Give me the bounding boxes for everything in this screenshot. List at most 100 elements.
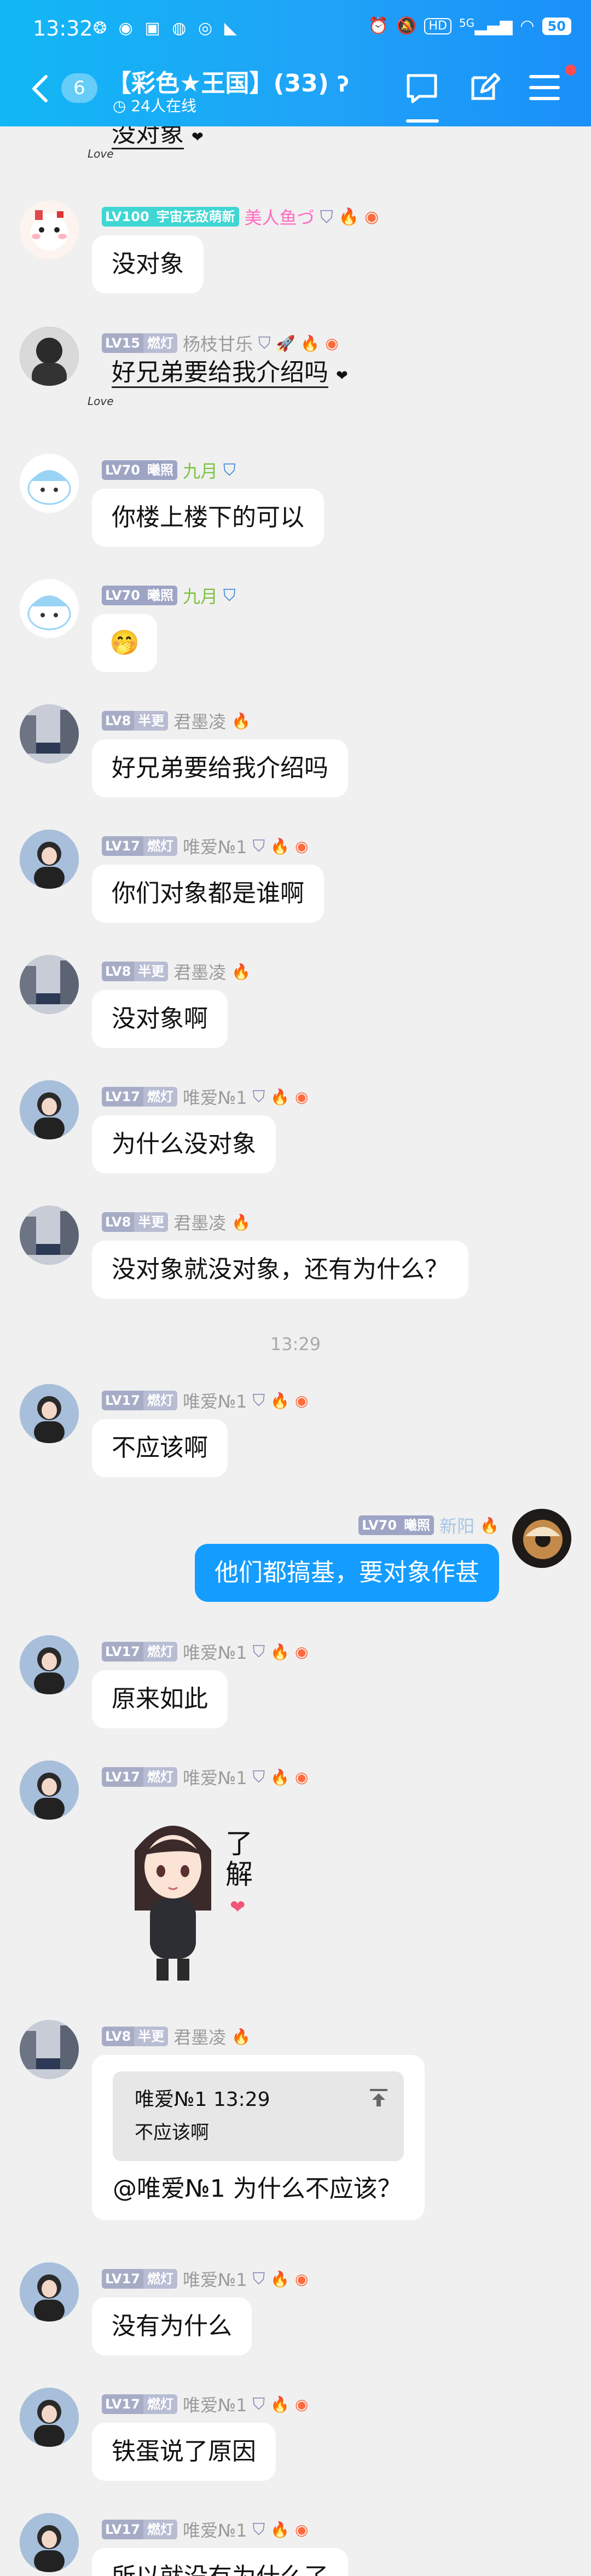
sender-name[interactable]: 唯爱№1 xyxy=(183,833,247,859)
sender-name[interactable]: 唯爱№1 xyxy=(183,2392,247,2417)
sender-name[interactable]: 君墨凌 xyxy=(173,708,226,733)
sender-name[interactable]: 唯爱№1 xyxy=(183,1388,247,1413)
sender-info: LV17 燃灯 唯爱№1 ⛉ 🔥 ◉ xyxy=(102,2517,308,2542)
avatar[interactable] xyxy=(20,454,79,513)
avatar-girl-image xyxy=(20,2262,79,2322)
avatar[interactable] xyxy=(20,2020,79,2079)
message-bubble[interactable]: 铁蛋说了原因 xyxy=(92,2423,276,2481)
message-bubble-self[interactable]: 他们都搞基，要对象作甚 xyxy=(195,1544,499,1602)
avatar-self[interactable] xyxy=(512,1509,571,1568)
message-item: LV17 燃灯 唯爱№1 ⛉ 🔥 ◉ 没有为什么 xyxy=(0,2262,591,2372)
sender-name[interactable]: 君墨凌 xyxy=(173,959,226,984)
shield-badge-icon: ⛉ xyxy=(252,1087,265,1107)
flame-badge-icon: 🔥 xyxy=(231,711,251,730)
avatar[interactable] xyxy=(20,704,79,763)
avatar[interactable] xyxy=(20,1080,79,1139)
unread-count-badge[interactable]: 6 xyxy=(61,73,97,103)
message-item: LV17 燃灯 唯爱№1 ⛉ 🔥 ◉ 铁蛋说了原因 xyxy=(0,2388,591,2497)
avatar[interactable] xyxy=(20,830,79,889)
shield-badge-icon: ⛉ xyxy=(252,2520,265,2539)
sender-name[interactable]: 唯爱№1 xyxy=(183,1084,247,1109)
message-bubble[interactable]: 没对象 xyxy=(92,235,204,293)
shield-badge-icon: ⛉ xyxy=(252,1767,265,1787)
sender-name[interactable]: 唯爱№1 xyxy=(183,1764,247,1790)
active-tab-indicator xyxy=(406,119,439,123)
avatar-cloud-image xyxy=(20,579,79,638)
chat-header: 13:32 ❂ ◉ ▣ ◍ ◎ ◣ ⏰ 🔕 HD 5G▂▄▆ ◠ 50 6 【彩… xyxy=(0,0,591,126)
quoted-message[interactable]: 唯爱№1 13:29 不应该啊 xyxy=(113,2071,404,2161)
sender-name[interactable]: 君墨凌 xyxy=(173,1209,226,1235)
sender-name[interactable]: 唯爱№1 xyxy=(183,2517,247,2542)
message-bubble[interactable]: 好兄弟要给我介绍吗 xyxy=(92,739,348,797)
sender-name[interactable]: 君墨凌 xyxy=(173,2024,226,2049)
flame-badge-icon: 🔥 xyxy=(300,334,320,352)
chat-bubble-icon[interactable] xyxy=(405,71,439,105)
flame-badge-icon: 🔥 xyxy=(270,1768,289,1786)
reply-message-bubble[interactable]: 唯爱№1 13:29 不应该啊 @唯爱№1 为什么不应该？ xyxy=(92,2055,425,2220)
avatar[interactable] xyxy=(20,1635,79,1694)
avatar[interactable] xyxy=(20,327,79,386)
avatar[interactable] xyxy=(20,579,79,638)
avatar[interactable] xyxy=(20,1206,79,1265)
avatar-girl-image xyxy=(20,1384,79,1443)
avatar-street-image xyxy=(20,955,79,1014)
sender-name[interactable]: 美人鱼づ xyxy=(245,204,315,229)
message-item: LV17 燃灯 唯爱№1 ⛉ 🔥 ◉ 为什么没对象 xyxy=(0,1080,591,1190)
sun-badge-icon: ◉ xyxy=(295,1642,309,1661)
quote-time: 13:29 xyxy=(213,2088,270,2111)
sender-name[interactable]: 九月 xyxy=(183,583,218,608)
sender-name[interactable]: 九月 xyxy=(183,458,218,483)
sun-badge-icon: ◉ xyxy=(295,1391,309,1410)
avatar[interactable] xyxy=(20,2513,79,2572)
sender-name[interactable]: 唯爱№1 xyxy=(183,1639,247,1664)
avatar[interactable] xyxy=(20,1761,79,1820)
avatar-girl-image xyxy=(20,2388,79,2447)
back-arrow-icon[interactable] xyxy=(27,72,55,105)
message-bubble[interactable]: 没有为什么 xyxy=(92,2297,252,2355)
level-badge: LV17 燃灯 xyxy=(102,1642,177,1662)
avatar[interactable] xyxy=(20,1384,79,1443)
sticker-image[interactable]: 了解 ❤ xyxy=(118,1807,277,1987)
jump-to-message-icon[interactable] xyxy=(368,2087,390,2109)
sender-name[interactable]: 新阳 xyxy=(439,1513,474,1538)
sun-badge-icon: ◉ xyxy=(295,2270,309,2288)
sender-info: LV70 曦照 新阳 🔥 xyxy=(358,1513,499,1538)
avatar-girl-image xyxy=(20,2513,79,2572)
message-bubble[interactable]: 没对象就没对象，还有为什么？ xyxy=(92,1241,468,1299)
decorated-text-message[interactable]: Love 没对象 ❤ xyxy=(88,126,204,160)
menu-icon[interactable] xyxy=(529,72,560,103)
message-bubble[interactable]: 你楼上楼下的可以 xyxy=(92,489,324,547)
sender-info: LV15 燃灯 杨枝甘乐 ⛉ 🚀 🔥 ◉ xyxy=(102,331,339,356)
message-bubble[interactable]: 为什么没对象 xyxy=(92,1115,276,1173)
sender-name[interactable]: 杨枝甘乐 xyxy=(183,331,253,356)
message-bubble[interactable]: 原来如此 xyxy=(92,1670,228,1728)
battery-icon: 50 xyxy=(542,17,571,35)
avatar[interactable] xyxy=(20,200,79,259)
sender-info: LV8 半更 君墨凌 🔥 xyxy=(102,2024,251,2049)
sun-badge-icon: ◉ xyxy=(295,2395,309,2413)
group-title[interactable]: 【彩色★王国】(33) ʔ xyxy=(107,63,349,99)
level-badge: LV17 燃灯 xyxy=(102,2394,177,2414)
avatar[interactable] xyxy=(20,2388,79,2447)
notification-dot xyxy=(565,65,576,76)
network-type: 5G xyxy=(459,16,475,30)
edit-icon[interactable] xyxy=(468,71,500,103)
message-bubble[interactable]: 你们对象都是谁啊 xyxy=(92,865,324,923)
avatar-cloud-image xyxy=(20,454,79,513)
ear-icon: ʔ xyxy=(337,72,349,96)
quote-header: 唯爱№1 13:29 xyxy=(135,2083,382,2116)
quote-author: 唯爱№1 xyxy=(135,2088,207,2111)
love-mark: Love xyxy=(88,395,114,408)
sender-name[interactable]: 唯爱№1 xyxy=(183,2266,247,2291)
avatar[interactable] xyxy=(20,2262,79,2322)
chat-message-list[interactable]: Love 没对象 ❤ LV100 宇宙无敌萌新 美人鱼づ ⛉ 🔥 ◉ 没对象 LV… xyxy=(0,126,591,2576)
message-bubble[interactable]: 所以就没有为什么了 xyxy=(92,2548,348,2576)
emoji-bubble[interactable]: 🤭 xyxy=(92,614,157,672)
sender-info: LV17 燃灯 唯爱№1 ⛉ 🔥 ◉ xyxy=(102,833,308,859)
message-item: LV17 燃灯 唯爱№1 ⛉ 🔥 ◉ 了解 ❤ xyxy=(0,1761,591,2001)
avatar[interactable] xyxy=(20,955,79,1014)
message-bubble[interactable]: 不应该啊 xyxy=(92,1419,228,1477)
message-bubble[interactable]: 没对象啊 xyxy=(92,990,228,1048)
heart-icon: ❤ xyxy=(336,368,348,384)
decorated-text-message[interactable]: Love 好兄弟要给我介绍吗 ❤ xyxy=(88,357,348,408)
